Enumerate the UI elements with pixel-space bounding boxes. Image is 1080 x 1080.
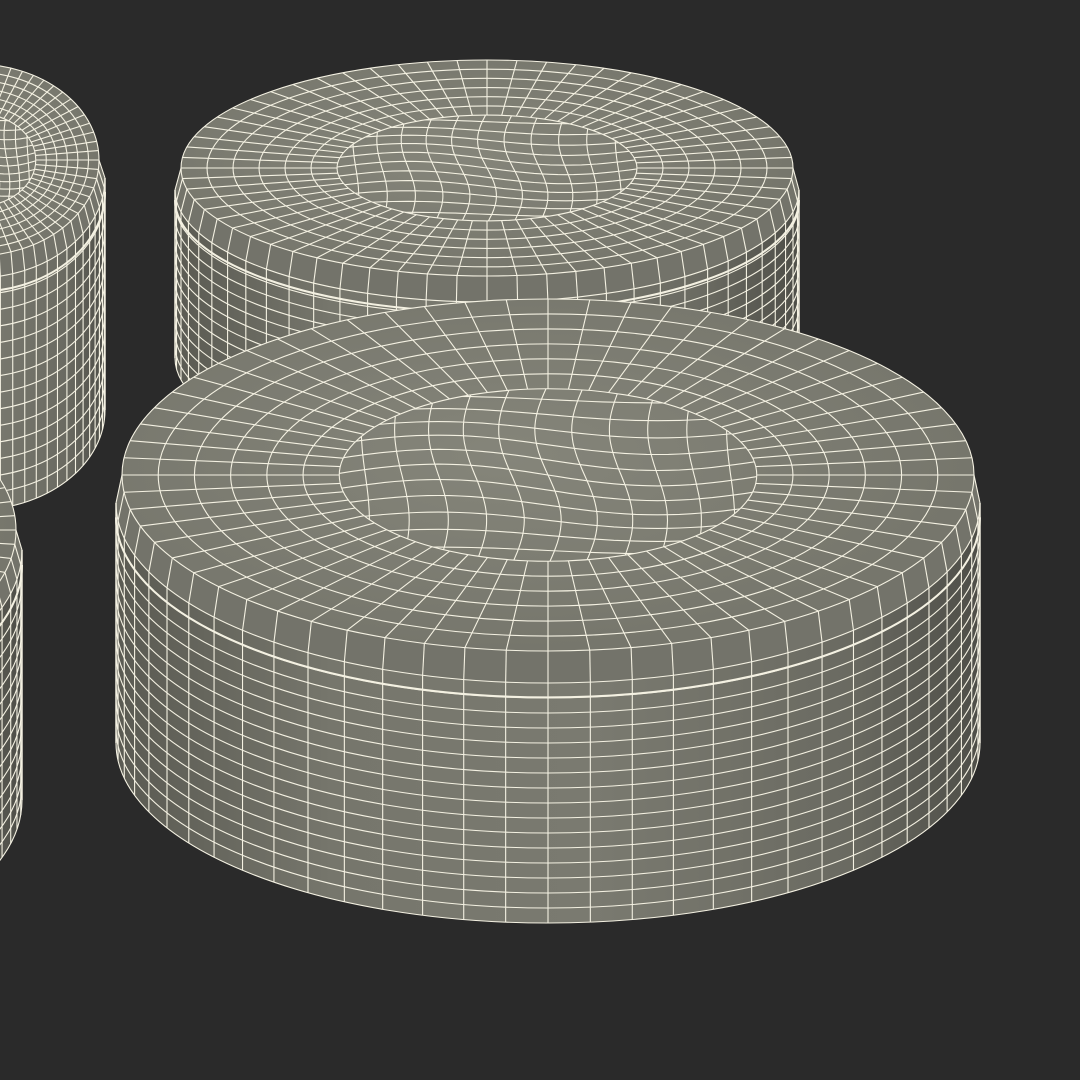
puck-back-left — [0, 65, 106, 509]
wireframe-render-viewport — [0, 0, 1080, 1080]
bevel-edge — [589, 650, 591, 683]
bevel-edge — [516, 275, 519, 302]
puck-front-center — [115, 298, 981, 924]
bevel-edge — [505, 650, 507, 683]
bevel-edge — [455, 275, 458, 302]
